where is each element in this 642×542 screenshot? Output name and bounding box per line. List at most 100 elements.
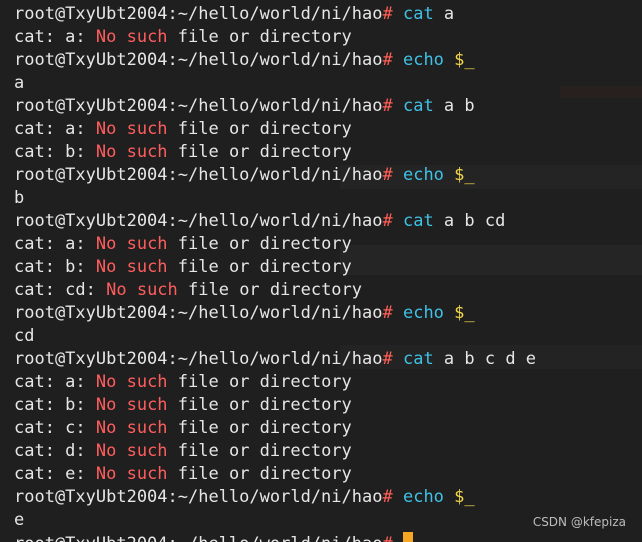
terminal-line: cat: b: No such file or directory [14, 256, 642, 279]
terminal-line: cat: e: No such file or directory [14, 463, 642, 486]
error-text: No such [95, 27, 168, 47]
error-text: No such [95, 464, 168, 484]
output-text: b [14, 188, 25, 208]
terminal-line: root@TxyUbt2004:~/hello/world/ni/hao# ec… [14, 486, 642, 509]
terminal-line: root@TxyUbt2004:~/hello/world/ni/hao# [14, 532, 642, 542]
output-text: file or directory [167, 418, 352, 438]
output-text: cat: b: [14, 257, 96, 277]
command-text: cat [402, 349, 434, 369]
prompt-text: root@TxyUbt2004:~/hello/world/ni/hao [14, 349, 383, 369]
output-text: a b [433, 96, 475, 116]
variable-text: $_ [454, 165, 475, 185]
error-text: No such [95, 119, 168, 139]
prompt-text: root@TxyUbt2004:~/hello/world/ni/hao [14, 534, 382, 542]
output-text: cat: a: [14, 234, 96, 254]
terminal-line: b [14, 187, 642, 210]
terminal-line: root@TxyUbt2004:~/hello/world/ni/hao# ca… [14, 95, 642, 118]
output-text: file or directory [167, 464, 352, 484]
terminal-line: cat: b: No such file or directory [14, 141, 642, 164]
terminal-output[interactable]: root@TxyUbt2004:~/hello/world/ni/hao# ca… [14, 3, 642, 542]
output-text: a [14, 73, 25, 93]
error-text: No such [95, 234, 168, 254]
command-text: echo [402, 50, 444, 70]
output-text: file or directory [167, 142, 352, 162]
error-text: No such [95, 441, 168, 461]
output-text: file or directory [167, 234, 352, 254]
terminal-line: cd [14, 325, 642, 348]
cursor-block [402, 532, 413, 542]
terminal-line: a [14, 72, 642, 95]
terminal-line: cat: a: No such file or directory [14, 233, 642, 256]
command-text: echo [402, 303, 444, 323]
error-text: No such [95, 418, 168, 438]
output-text: cat: e: [14, 464, 96, 484]
prompt-symbol: # [382, 165, 393, 185]
terminal-line: root@TxyUbt2004:~/hello/world/ni/hao# ca… [14, 3, 642, 26]
variable-text: $_ [454, 50, 475, 70]
command-text: cat [402, 211, 434, 231]
prompt-symbol: # [382, 303, 393, 323]
prompt-text: root@TxyUbt2004:~/hello/world/ni/hao [14, 487, 383, 507]
error-text: No such [95, 257, 168, 277]
output-text: cat: a: [14, 119, 96, 139]
error-text: No such [95, 395, 168, 415]
output-text: cat: cd: [14, 280, 107, 300]
terminal-line: cat: b: No such file or directory [14, 394, 642, 417]
terminal-line: cat: c: No such file or directory [14, 417, 642, 440]
terminal-line: root@TxyUbt2004:~/hello/world/ni/hao# ec… [14, 49, 642, 72]
output-text: e [14, 510, 25, 530]
prompt-text: root@TxyUbt2004:~/hello/world/ni/hao [14, 165, 383, 185]
terminal-line: cat: d: No such file or directory [14, 440, 642, 463]
error-text: No such [95, 372, 168, 392]
output-text: file or directory [167, 27, 352, 47]
output-text: cat: a: [14, 372, 96, 392]
terminal-line: root@TxyUbt2004:~/hello/world/ni/hao# ec… [14, 164, 642, 187]
output-text: cat: c: [14, 418, 96, 438]
command-text: echo [402, 487, 444, 507]
error-text: No such [106, 280, 178, 300]
output-text: file or directory [167, 372, 352, 392]
terminal-line: cat: a: No such file or directory [14, 371, 642, 394]
variable-text: $_ [454, 303, 475, 323]
output-text: file or directory [177, 280, 363, 300]
output-text: file or directory [167, 441, 352, 461]
prompt-text: root@TxyUbt2004:~/hello/world/ni/hao [14, 303, 383, 323]
terminal-line: cat: cd: No such file or directory [14, 279, 642, 302]
terminal-line: root@TxyUbt2004:~/hello/world/ni/hao# ec… [14, 302, 642, 325]
prompt-symbol: # [382, 487, 393, 507]
output-text: a b cd [433, 211, 506, 231]
output-text: a [433, 4, 455, 24]
terminal-line: cat: a: No such file or directory [14, 118, 642, 141]
watermark: CSDN @kfepiza [532, 515, 626, 529]
output-text: file or directory [167, 395, 352, 415]
output-text: file or directory [167, 119, 352, 139]
output-text: cat: b: [14, 142, 96, 162]
command-text: echo [402, 165, 444, 185]
output-text: file or directory [167, 257, 352, 277]
prompt-symbol: # [382, 349, 393, 369]
prompt-symbol: # [382, 50, 393, 70]
terminal-window[interactable]: root@TxyUbt2004:~/hello/world/ni/hao# ca… [0, 0, 642, 542]
prompt-symbol: # [382, 211, 393, 231]
command-text: cat [402, 96, 434, 116]
output-text: cd [14, 326, 35, 346]
terminal-line: root@TxyUbt2004:~/hello/world/ni/hao# ca… [14, 348, 642, 371]
output-text: cat: d: [14, 441, 96, 461]
prompt-text: root@TxyUbt2004:~/hello/world/ni/hao [14, 4, 383, 24]
output-text: cat: b: [14, 395, 96, 415]
prompt-text: root@TxyUbt2004:~/hello/world/ni/hao [14, 50, 383, 70]
prompt-symbol: # [382, 96, 393, 116]
